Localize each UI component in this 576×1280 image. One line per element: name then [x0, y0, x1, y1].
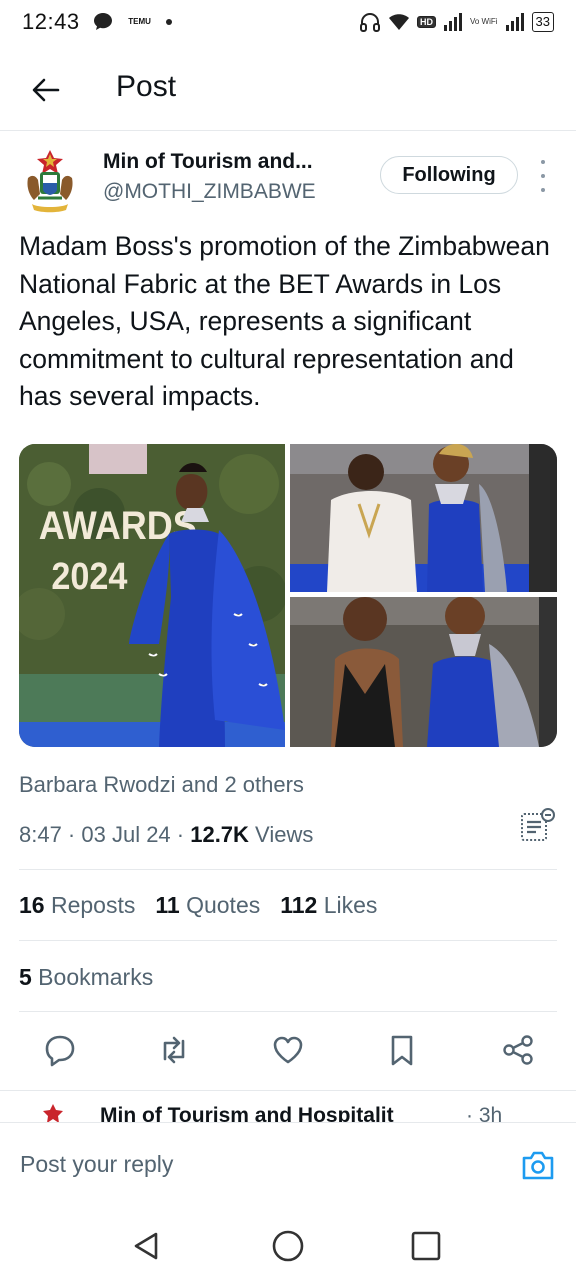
- temu-notification-icon: TEMU: [128, 17, 151, 26]
- bookmarks-count: 5: [19, 964, 32, 990]
- battery-icon: 33: [531, 12, 554, 32]
- reply-input[interactable]: [20, 1151, 500, 1178]
- bookmarks-stat[interactable]: 5 Bookmarks: [19, 964, 153, 991]
- headphones-icon: [359, 13, 380, 32]
- meta-divider: [19, 869, 557, 870]
- notification-dot-icon: [165, 19, 172, 25]
- nav-back-icon[interactable]: [126, 1226, 166, 1266]
- next-reply-author: Min of Tourism and Hospitalit: [100, 1104, 394, 1122]
- media-sign-line2: 2024: [51, 554, 127, 597]
- quotes-count: 11: [155, 892, 180, 918]
- next-reply-time: · 3h: [466, 1104, 503, 1122]
- media-image-main[interactable]: AWARDS 2024: [19, 444, 287, 747]
- media-image-bottom-right[interactable]: [290, 596, 557, 747]
- camera-icon[interactable]: [520, 1147, 556, 1183]
- actions-divider: [0, 1090, 576, 1091]
- action-bar: [0, 1032, 576, 1072]
- reposts-stat[interactable]: 16 Reposts: [19, 892, 135, 919]
- system-nav-bar: [0, 1208, 576, 1280]
- media-image-top-right[interactable]: [290, 444, 557, 592]
- views-count: 12.7K: [190, 822, 249, 847]
- reply-icon[interactable]: [42, 1032, 78, 1068]
- likes-stat[interactable]: 112 Likes: [280, 892, 377, 919]
- translate-note-icon[interactable]: [518, 806, 558, 846]
- media-grid: AWARDS 2024: [19, 444, 557, 747]
- chat-bubble-icon: [93, 13, 112, 30]
- engagement-stats: 16 Reposts 11 Quotes 112 Likes: [19, 892, 397, 919]
- header-divider: [0, 130, 576, 131]
- reply-bar: [0, 1122, 576, 1208]
- page-title: Post: [116, 70, 177, 103]
- timestamp-text: 8:47 · 03 Jul 24 ·: [19, 822, 191, 847]
- bookmarks-label: Bookmarks: [31, 964, 154, 990]
- views-label: Views: [248, 822, 314, 847]
- like-icon[interactable]: [270, 1032, 306, 1068]
- tagged-users[interactable]: Barbara Rwodzi and 2 others: [19, 772, 304, 798]
- stats-divider: [19, 940, 557, 941]
- nav-home-icon[interactable]: [268, 1226, 308, 1266]
- signal-icon-2: [505, 13, 524, 31]
- avatar[interactable]: [20, 148, 80, 214]
- signal-icon: [443, 13, 462, 31]
- next-reply-preview[interactable]: Min of Tourism and Hospitalit · 3h: [0, 1092, 576, 1122]
- share-icon[interactable]: [500, 1032, 536, 1068]
- quotes-label: Quotes: [179, 892, 261, 918]
- top-app-bar: Post: [0, 56, 576, 126]
- post-timestamp: 8:47 · 03 Jul 24 · 12.7K Views: [19, 822, 313, 848]
- likes-label: Likes: [317, 892, 378, 918]
- status-time: 12:43: [22, 9, 80, 34]
- more-options-icon[interactable]: [536, 160, 550, 192]
- author-handle[interactable]: @MOTHI_ZIMBABWE: [103, 180, 316, 204]
- wifi-icon: [388, 14, 409, 30]
- hd-voice-icon: HD: [416, 16, 436, 28]
- bookmarks-divider: [19, 1011, 557, 1012]
- back-arrow-icon[interactable]: [28, 72, 64, 108]
- vowifi-icon: Vo WiFi: [469, 17, 498, 26]
- repost-icon[interactable]: [156, 1032, 192, 1068]
- status-bar: 12:43 TEMU HD Vo WiFi 33: [0, 0, 576, 44]
- bookmark-icon[interactable]: [384, 1032, 420, 1068]
- reposts-label: Reposts: [44, 892, 136, 918]
- likes-count: 112: [280, 892, 318, 918]
- reposts-count: 16: [19, 892, 45, 918]
- nav-recents-icon[interactable]: [406, 1226, 446, 1266]
- quotes-stat[interactable]: 11 Quotes: [155, 892, 260, 919]
- post-text: Madam Boss's promotion of the Zimbabwean…: [19, 231, 550, 411]
- following-button[interactable]: Following: [380, 156, 518, 194]
- next-reply-avatar: [43, 1104, 63, 1122]
- author-name[interactable]: Min of Tourism and...: [103, 150, 313, 174]
